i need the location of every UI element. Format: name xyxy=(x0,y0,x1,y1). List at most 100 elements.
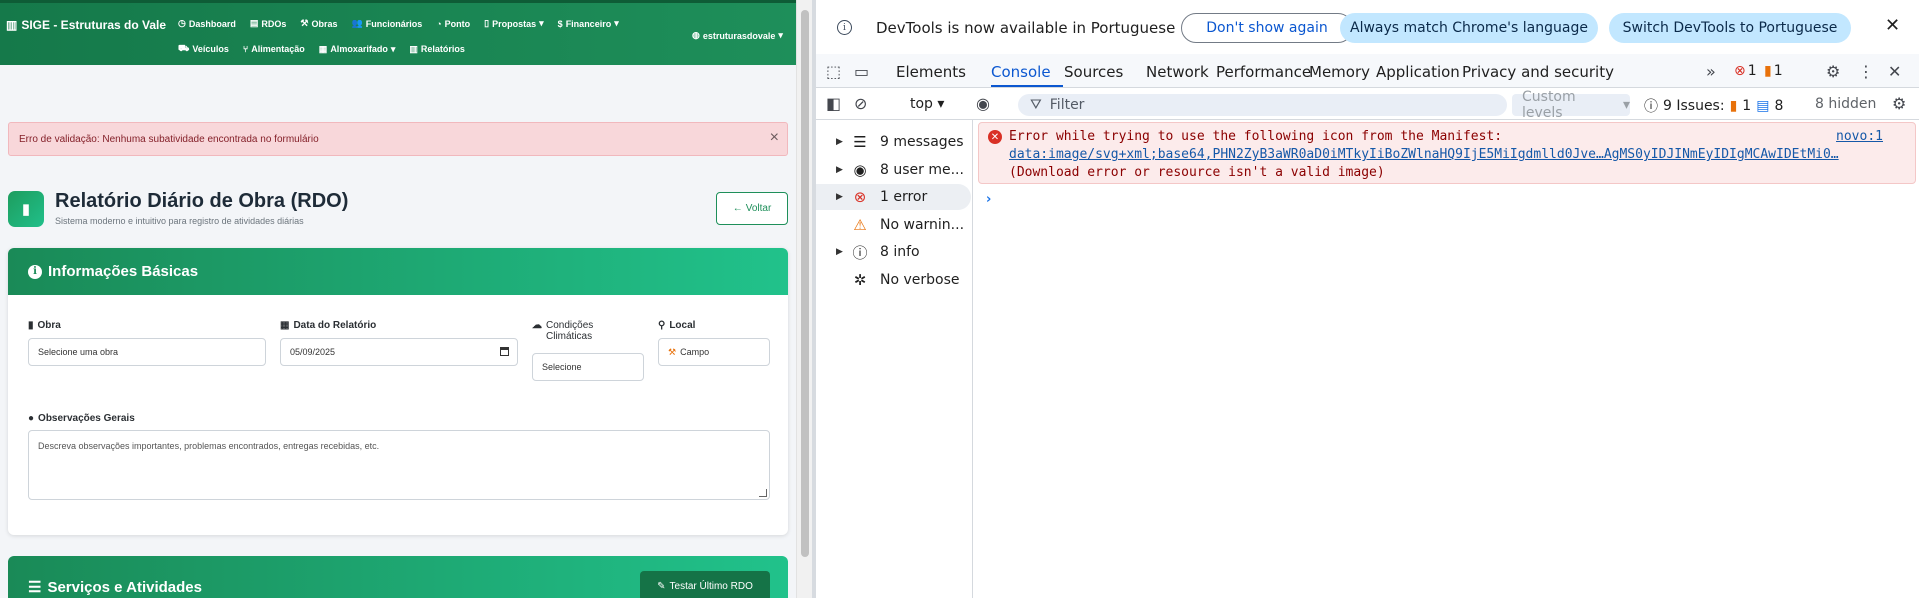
pencil-icon: ✎ xyxy=(657,580,666,592)
dont-show-again-button[interactable]: Don't show again xyxy=(1181,13,1353,43)
hammer-icon: ⚒ xyxy=(300,18,309,28)
eye-icon[interactable]: ◉ xyxy=(976,94,990,113)
error-count-badge[interactable]: ⊗ 1 xyxy=(1734,63,1757,79)
speedometer-icon: ◷ xyxy=(178,18,186,28)
expand-arrow-icon[interactable]: ▶ xyxy=(836,165,843,175)
settings-gear-icon[interactable]: ⚙ xyxy=(1826,62,1840,81)
resize-grip-icon[interactable] xyxy=(759,489,767,497)
console-sidebar-item[interactable]: ▶ ⊗ 1 error xyxy=(816,184,971,210)
validation-alert: Erro de validação: Nenhuma subatividade … xyxy=(8,122,788,156)
switch-to-portuguese-button[interactable]: Switch DevTools to Portuguese xyxy=(1609,13,1851,43)
obra-select[interactable]: Selecione uma obra xyxy=(28,338,266,366)
observations-textarea[interactable]: Descreva observações importantes, proble… xyxy=(28,430,770,500)
more-tabs-icon[interactable]: » xyxy=(1706,62,1716,81)
close-icon[interactable]: ✕ xyxy=(1885,15,1900,36)
console-sidebar-item[interactable]: ✲ No verbose xyxy=(816,267,971,293)
local-select[interactable]: ⚒ Campo xyxy=(658,338,770,366)
obra-label-text: Obra xyxy=(37,320,61,331)
console-sidebar-label: 8 info xyxy=(880,244,920,260)
console-messages: ✕ Error while trying to use the followin… xyxy=(978,122,1919,598)
console-error-message[interactable]: ✕ Error while trying to use the followin… xyxy=(978,122,1916,184)
console-sidebar-item[interactable]: ⚠ No warnin... xyxy=(816,212,971,238)
nav-item-ponto[interactable]: ◔ Ponto xyxy=(436,18,470,29)
console-sidebar: ▶ ☰ 9 messages ▶ ◉ 8 user me... ▶ ⊗ 1 error ⚠ No w… xyxy=(816,120,973,598)
tab-privacy-and-security[interactable]: Privacy and security xyxy=(1462,63,1614,81)
test-last-rdo-label: Testar Último RDO xyxy=(669,580,753,592)
console-prompt-chevron-icon[interactable]: › xyxy=(986,192,991,207)
nav-item-obras[interactable]: ⚒ Obras xyxy=(300,18,337,29)
nav-row-primary: ◷ Dashboard ▤ RDOs ⚒ Obras 👥 Funcionários ◔ Ponto… xyxy=(178,18,619,29)
kebab-menu-icon[interactable]: ⋮ xyxy=(1858,62,1874,81)
context-selector[interactable]: top ▾ xyxy=(910,96,944,112)
warning-count-badge[interactable]: ▮ 1 xyxy=(1764,63,1783,79)
user-menu[interactable]: ◍ estruturasdovale ▾ xyxy=(692,30,783,41)
nav-item-dashboard[interactable]: ◷ Dashboard xyxy=(178,18,236,29)
active-tab-indicator xyxy=(991,85,1063,87)
nav-item-label: Propostas xyxy=(492,18,537,29)
nav-item-almoxarifado[interactable]: ▦ Almoxarifado ▾ xyxy=(319,43,396,55)
page-scrollbar[interactable] xyxy=(796,0,812,598)
nav-item-funcionarios[interactable]: 👥 Funcionários xyxy=(352,18,423,29)
scrollbar-thumb[interactable] xyxy=(801,10,809,557)
info-icon: ⓘ xyxy=(1644,99,1658,115)
console-settings-icon[interactable]: ⚙ xyxy=(1892,94,1906,113)
nav-item-veiculos[interactable]: ⛟ Veículos xyxy=(178,43,229,55)
issues-blue-count: 8 xyxy=(1774,98,1784,114)
clear-console-icon[interactable]: ⊘ xyxy=(854,94,867,113)
tab-console[interactable]: Console xyxy=(991,63,1051,81)
issue-blue-icon: ▤ xyxy=(1756,98,1770,114)
tab-performance[interactable]: Performance xyxy=(1216,63,1311,81)
expand-arrow-icon[interactable]: ▶ xyxy=(836,247,843,257)
tab-elements[interactable]: Elements xyxy=(896,63,966,81)
calendar-picker-icon[interactable] xyxy=(500,347,509,356)
obra-label: ▮ Obra xyxy=(28,320,61,331)
nav-item-relatorios[interactable]: ▥ Relatórios xyxy=(409,43,465,55)
issues-button[interactable]: ⓘ 9 Issues: ▮ 1 ▤ 8 xyxy=(1644,96,1783,116)
expand-arrow-icon[interactable]: ▶ xyxy=(836,137,843,147)
issue-orange-icon: ▮ xyxy=(1729,98,1738,114)
list-icon: ☰ xyxy=(853,133,867,151)
caret-down-icon: ▾ xyxy=(778,30,783,40)
date-input-value: 05/09/2025 xyxy=(290,347,336,357)
nav-item-rdos[interactable]: ▤ RDOs xyxy=(250,18,287,29)
card-header: i Informações Básicas xyxy=(8,248,788,295)
card-title: Informações Básicas xyxy=(48,263,199,280)
nav-item-alimentacao[interactable]: ⑂ Alimentação xyxy=(243,43,305,55)
error-count: 1 xyxy=(1747,63,1757,79)
close-devtools-icon[interactable]: ✕ xyxy=(1888,62,1901,81)
utensils-icon: ⑂ xyxy=(242,44,249,54)
filter-input[interactable]: ⛛ Filter xyxy=(1018,94,1507,116)
services-card-header: ☰ Serviços e Atividades xyxy=(28,578,202,597)
console-sidebar-item[interactable]: ▶ ⓘ 8 info xyxy=(816,239,971,265)
warning-icon: ⚠ xyxy=(853,215,867,234)
console-sidebar-item[interactable]: ▶ ☰ 9 messages xyxy=(816,129,971,155)
nav-item-label: RDOs xyxy=(261,18,287,29)
expand-arrow-icon[interactable]: ▶ xyxy=(836,192,843,202)
device-toolbar-icon[interactable]: ▭ xyxy=(854,62,869,81)
back-button[interactable]: ← Voltar xyxy=(716,192,788,225)
console-sidebar-item[interactable]: ▶ ◉ 8 user me... xyxy=(816,157,971,183)
construction-icon: ⚒ xyxy=(668,346,677,357)
inspect-element-icon[interactable]: ⬚ xyxy=(826,62,841,81)
date-input[interactable]: 05/09/2025 xyxy=(280,338,518,366)
tab-application[interactable]: Application xyxy=(1376,63,1460,81)
error-data-url[interactable]: data:image/svg+xml;base64,PHN2ZyB3aWR0aD… xyxy=(1009,147,1884,162)
tab-sources[interactable]: Sources xyxy=(1064,63,1123,81)
tab-network[interactable]: Network xyxy=(1146,63,1209,81)
always-match-language-button[interactable]: Always match Chrome's language xyxy=(1340,13,1598,43)
close-icon[interactable]: × xyxy=(770,129,779,147)
hidden-count: 8 hidden xyxy=(1815,96,1877,112)
sidebar-toggle-icon[interactable]: ◧ xyxy=(826,94,841,113)
error-source-link[interactable]: novo:1 xyxy=(1836,129,1883,144)
log-levels-dropdown[interactable]: Custom levels ▾ xyxy=(1512,89,1630,121)
nav-item-label: Funcionários xyxy=(365,18,423,29)
nav-item-financeiro[interactable]: $ Financeiro ▾ xyxy=(558,18,619,29)
list-icon: ☰ xyxy=(28,579,42,596)
test-last-rdo-button[interactable]: ✎ Testar Último RDO xyxy=(640,571,770,598)
brand[interactable]: ▥ SIGE - Estruturas do Vale xyxy=(6,18,166,32)
clima-select[interactable]: Selecione xyxy=(532,353,644,381)
brand-name: SIGE - Estruturas do Vale xyxy=(21,18,167,32)
tab-memory[interactable]: Memory xyxy=(1309,63,1370,81)
nav-item-label: Almoxarifado xyxy=(330,44,388,54)
nav-item-propostas[interactable]: ▯ Propostas ▾ xyxy=(484,18,544,29)
